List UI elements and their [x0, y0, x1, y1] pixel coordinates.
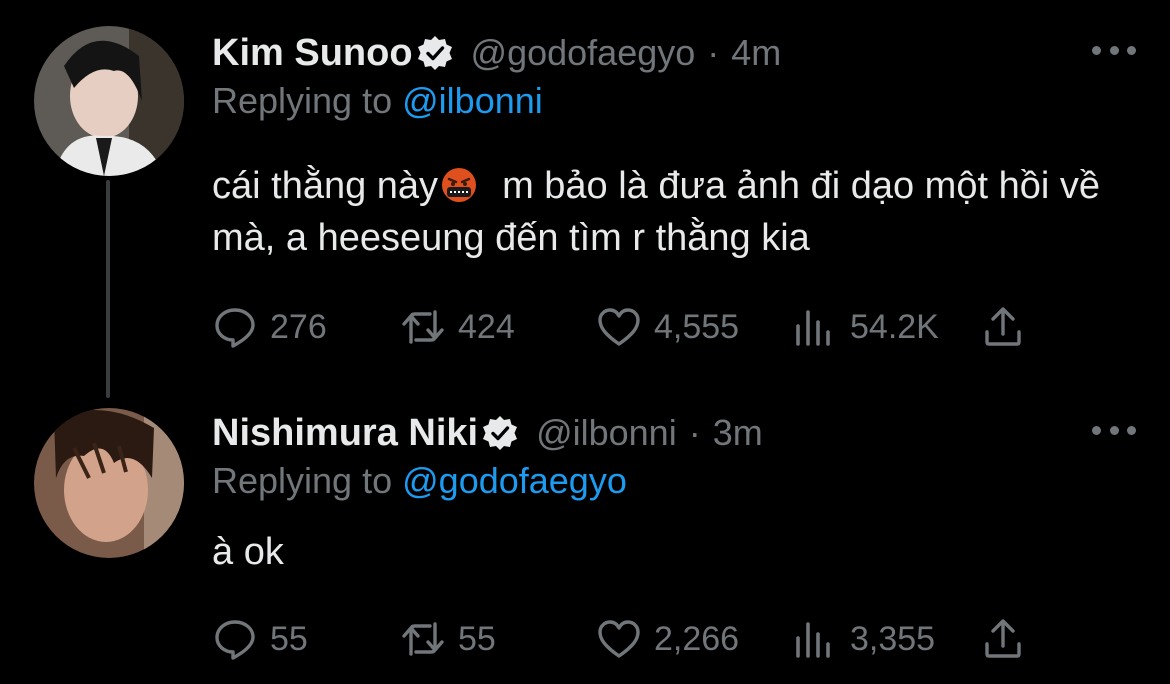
display-name[interactable]: Nishimura Niki	[212, 412, 478, 455]
tweet-header: Nishimura Niki @ilbonni · 3m	[212, 408, 763, 458]
like-button[interactable]: 2,266	[596, 614, 739, 664]
like-button[interactable]: 4,555	[596, 302, 739, 352]
reply-button[interactable]: 276	[212, 302, 327, 352]
avatar[interactable]	[34, 408, 184, 558]
tweet-actions: 55 55 2,266 3,355	[212, 614, 1042, 664]
tweet-text: cái thằng này m bảo là đưa ảnh đi dạo một…	[212, 160, 1132, 264]
user-handle[interactable]: @godofaegyo	[471, 32, 696, 74]
replying-mention-link[interactable]: @godofaegyo	[402, 460, 627, 501]
retweet-button[interactable]: 55	[400, 614, 496, 664]
retweet-count: 55	[458, 619, 496, 658]
like-count: 2,266	[654, 619, 740, 658]
thread-connector-line	[106, 180, 110, 398]
share-icon	[985, 307, 1021, 346]
like-count: 4,555	[654, 307, 740, 346]
separator-dot: ·	[688, 412, 701, 453]
replying-prefix: Replying to	[212, 80, 393, 121]
user-handle[interactable]: @ilbonni	[536, 412, 677, 454]
reply-icon	[215, 308, 255, 348]
avatar[interactable]	[34, 26, 184, 176]
timestamp[interactable]: 4m	[731, 32, 781, 74]
views-button[interactable]: 54.2K	[792, 302, 939, 352]
tweet-text: à ok	[212, 531, 284, 573]
share-icon	[985, 619, 1021, 658]
retweet-button[interactable]: 424	[400, 302, 515, 352]
replying-to: Replying to @godofaegyo	[212, 460, 627, 502]
views-icon	[796, 310, 830, 346]
retweet-count: 424	[458, 307, 515, 346]
separator-dot: ·	[707, 32, 720, 73]
views-button[interactable]: 3,355	[792, 614, 935, 664]
heart-icon	[598, 620, 640, 658]
replying-prefix: Replying to	[212, 460, 393, 501]
verified-badge-icon	[482, 415, 518, 451]
tweet-actions: 276 424 4,555 54.2K	[212, 302, 1042, 352]
share-button[interactable]	[980, 302, 1026, 352]
display-name[interactable]: Kim Sunoo	[212, 32, 413, 75]
reply-count: 55	[270, 619, 308, 658]
face-with-symbols-on-mouth-icon	[440, 166, 478, 204]
views-icon	[796, 622, 830, 658]
replying-to: Replying to @ilbonni	[212, 80, 543, 122]
reply-icon	[215, 620, 255, 660]
more-icon[interactable]	[1092, 420, 1136, 440]
tweet-header: Kim Sunoo @godofaegyo · 4m	[212, 28, 781, 78]
reply-button[interactable]: 55	[212, 614, 308, 664]
views-count: 54.2K	[850, 307, 939, 346]
timestamp[interactable]: 3m	[713, 412, 763, 454]
more-icon[interactable]	[1092, 40, 1136, 60]
retweet-icon	[402, 622, 444, 656]
views-count: 3,355	[850, 619, 936, 658]
heart-icon	[598, 308, 640, 346]
reply-count: 276	[270, 307, 327, 346]
replying-mention-link[interactable]: @ilbonni	[402, 80, 543, 121]
share-button[interactable]	[980, 614, 1026, 664]
tweet-text-part: cái thằng này	[212, 165, 439, 207]
verified-badge-icon	[417, 35, 453, 71]
retweet-icon	[402, 310, 444, 344]
